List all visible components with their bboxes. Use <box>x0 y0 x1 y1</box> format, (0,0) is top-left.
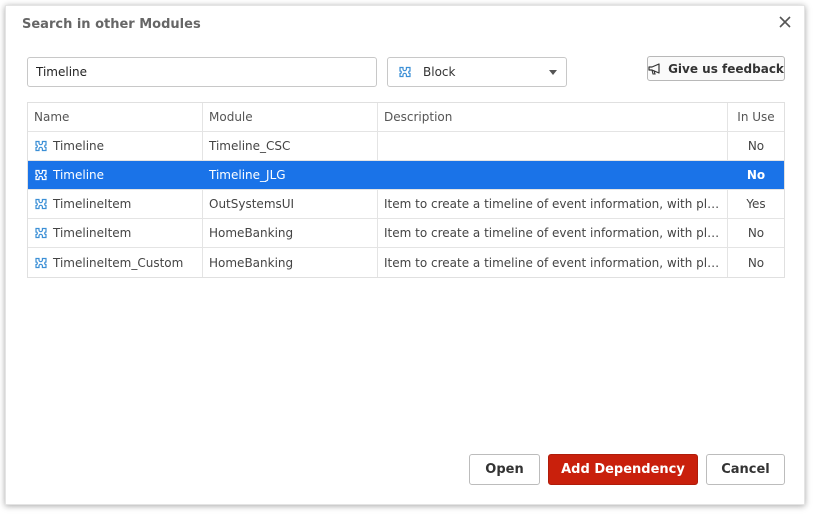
table-row[interactable]: TimelineItem HomeBanking Item to create … <box>28 219 784 248</box>
block-icon <box>399 66 411 78</box>
row-description: Item to create a timeline of event infor… <box>384 226 721 240</box>
table-row[interactable]: TimelineItem_Custom HomeBanking Item to … <box>28 248 784 277</box>
row-description: Item to create a timeline of event infor… <box>384 197 721 211</box>
search-modules-dialog: Search in other Modules Block Give us fe… <box>5 5 805 505</box>
table-header: Name Module Description In Use <box>28 103 784 132</box>
cell-description: Item to create a timeline of event infor… <box>378 219 728 247</box>
type-select[interactable]: Block <box>387 57 567 87</box>
chevron-down-icon <box>549 70 557 75</box>
block-icon <box>35 257 47 268</box>
results-table: Name Module Description In Use Timeline … <box>27 102 785 278</box>
cell-name: Timeline <box>28 132 203 160</box>
column-header-name[interactable]: Name <box>28 103 203 131</box>
cell-in-use: No <box>746 168 766 182</box>
cell-in-use: Yes <box>746 197 766 211</box>
dialog-title: Search in other Modules <box>22 17 201 32</box>
cell-description <box>378 161 728 189</box>
table-row[interactable]: Timeline Timeline_CSC No <box>28 132 784 161</box>
column-header-description[interactable]: Description <box>378 103 728 131</box>
row-name: Timeline <box>53 168 105 182</box>
row-name: TimelineItem_Custom <box>53 255 184 270</box>
row-name: TimelineItem <box>53 226 132 240</box>
megaphone-icon <box>648 62 660 75</box>
column-header-module[interactable]: Module <box>203 103 378 131</box>
close-icon <box>779 16 791 28</box>
open-button[interactable]: Open <box>469 454 540 485</box>
cell-in-use: No <box>747 255 765 270</box>
give-feedback-button[interactable]: Give us feedback <box>647 56 785 81</box>
cell-description: Item to create a timeline of event infor… <box>378 190 728 218</box>
close-button[interactable] <box>775 12 795 32</box>
row-name: TimelineItem <box>53 197 132 211</box>
table-row[interactable]: TimelineItem OutSystemsUI Item to create… <box>28 190 784 219</box>
search-input[interactable] <box>27 57 377 87</box>
cell-name: Timeline <box>28 161 203 189</box>
block-icon <box>35 169 47 181</box>
cancel-button[interactable]: Cancel <box>706 454 785 485</box>
give-feedback-label: Give us feedback <box>668 61 784 76</box>
cell-name: TimelineItem_Custom <box>28 248 203 277</box>
block-icon <box>35 198 47 210</box>
block-icon <box>35 140 47 152</box>
cell-description <box>378 132 728 160</box>
cell-name: TimelineItem <box>28 219 203 247</box>
cell-in-use: No <box>747 226 765 240</box>
cell-module: Timeline_JLG <box>203 161 378 189</box>
cell-module: Timeline_CSC <box>203 132 378 160</box>
table-row[interactable]: Timeline Timeline_JLG No <box>28 161 784 190</box>
column-header-in-use[interactable]: In Use <box>728 103 784 131</box>
cell-name: TimelineItem <box>28 190 203 218</box>
cell-in-use: No <box>747 139 765 153</box>
cell-description: Item to create a timeline of event infor… <box>378 248 728 277</box>
row-description: Item to create a timeline of event infor… <box>384 255 721 270</box>
add-dependency-button[interactable]: Add Dependency <box>548 454 698 485</box>
cell-module: OutSystemsUI <box>203 190 378 218</box>
cell-module: HomeBanking <box>203 219 378 247</box>
cell-module: HomeBanking <box>203 248 378 277</box>
row-name: Timeline <box>53 139 105 153</box>
type-select-value: Block <box>423 65 456 79</box>
block-icon <box>35 227 47 239</box>
